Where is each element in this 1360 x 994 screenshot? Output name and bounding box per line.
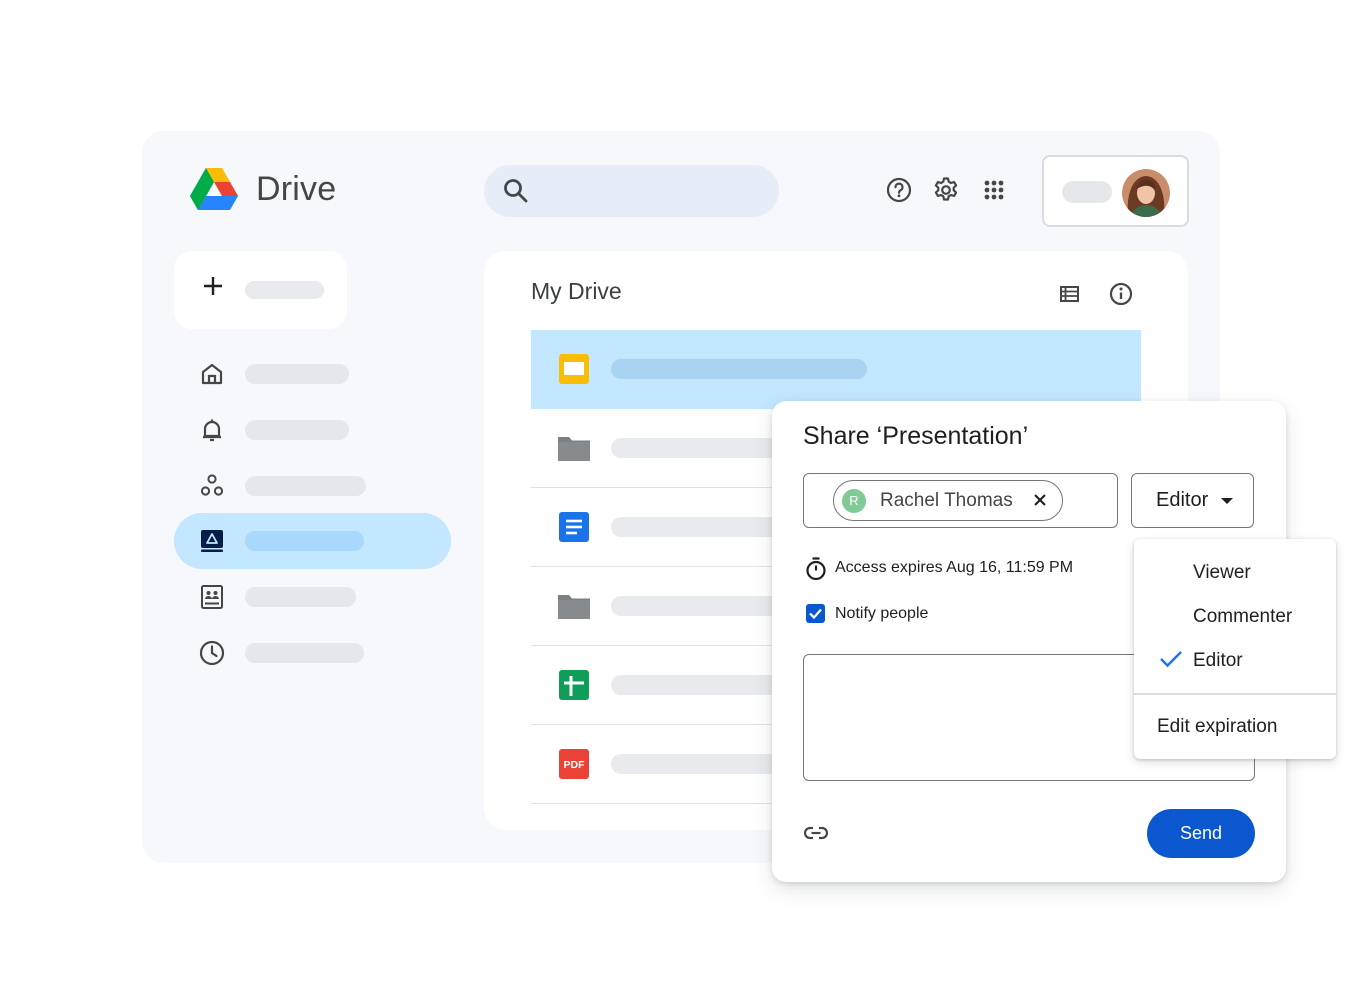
folder-icon (558, 595, 590, 619)
menu-item-commenter[interactable]: Commenter (1193, 606, 1292, 628)
shared-drive-icon (201, 585, 223, 609)
search-bar[interactable] (484, 165, 779, 217)
role-dropdown[interactable]: Editor (1131, 473, 1254, 528)
menu-divider (1134, 693, 1336, 695)
sidebar-item-workspaces[interactable] (174, 458, 451, 514)
pdf-badge-text: PDF (564, 759, 586, 771)
sidebar-item-shared-drives[interactable] (174, 569, 451, 625)
recipient-avatar: R (842, 489, 866, 513)
sidebar-item-my-drive[interactable] (174, 513, 451, 569)
notify-people-checkbox[interactable] (806, 604, 825, 623)
notify-people-label: Notify people (835, 605, 929, 622)
sidebar-item-activity[interactable] (174, 402, 451, 458)
search-icon (504, 179, 528, 203)
avatar (1122, 169, 1170, 217)
send-button[interactable]: Send (1147, 809, 1255, 858)
help-icon[interactable] (885, 176, 913, 204)
sidebar-item-home[interactable] (174, 346, 451, 402)
list-view-icon[interactable] (1058, 283, 1082, 305)
role-menu: Viewer Commenter Editor Edit expiration (1134, 539, 1336, 759)
sidebar-label-placeholder (245, 587, 356, 607)
app-title: Drive (256, 170, 337, 208)
drive-logo-icon (190, 168, 238, 210)
menu-item-edit-expiration[interactable]: Edit expiration (1157, 716, 1277, 738)
share-dialog-title: Share ‘Presentation’ (803, 422, 1029, 450)
apps-grid-icon[interactable] (980, 176, 1008, 204)
checkmark-icon (1160, 651, 1182, 668)
file-name-placeholder (611, 359, 867, 379)
docs-file-icon (559, 512, 589, 542)
folder-icon (558, 437, 590, 461)
pdf-file-icon: PDF (559, 749, 589, 779)
sidebar-label-placeholder (245, 364, 349, 384)
menu-item-editor[interactable]: Editor (1193, 650, 1243, 672)
sidebar-label-placeholder (245, 531, 364, 551)
page-title: My Drive (531, 278, 622, 304)
access-expiry-text: Access expires Aug 16, 11:59 PM (835, 559, 1074, 576)
recipient-chip[interactable]: R Rachel Thomas (833, 480, 1063, 521)
my-drive-icon (201, 530, 223, 552)
new-button[interactable] (174, 251, 347, 329)
checkmark-icon (809, 608, 822, 620)
role-dropdown-value: Editor (1156, 489, 1209, 511)
slides-file-icon (559, 354, 589, 384)
clock-icon (199, 640, 225, 666)
home-icon (201, 363, 223, 385)
menu-item-viewer[interactable]: Viewer (1193, 562, 1251, 584)
info-icon[interactable] (1108, 281, 1134, 307)
recipient-name: Rachel Thomas (880, 490, 1013, 511)
timer-icon (806, 557, 826, 581)
settings-icon[interactable] (932, 176, 960, 204)
chevron-down-icon (1221, 498, 1233, 504)
sidebar-label-placeholder (245, 476, 366, 496)
account-switcher[interactable] (1042, 155, 1189, 227)
sheets-file-icon (559, 670, 589, 700)
account-name-placeholder (1062, 181, 1112, 203)
bell-icon (203, 419, 221, 442)
new-button-label-placeholder (245, 281, 324, 299)
file-row[interactable] (531, 330, 1141, 409)
plus-icon (204, 277, 222, 295)
sidebar-label-placeholder (245, 643, 364, 663)
sidebar-item-recent[interactable] (174, 625, 451, 681)
workspaces-icon (200, 474, 224, 496)
sidebar-label-placeholder (245, 420, 349, 440)
link-icon[interactable] (804, 822, 828, 844)
remove-recipient-icon[interactable] (1032, 492, 1048, 508)
